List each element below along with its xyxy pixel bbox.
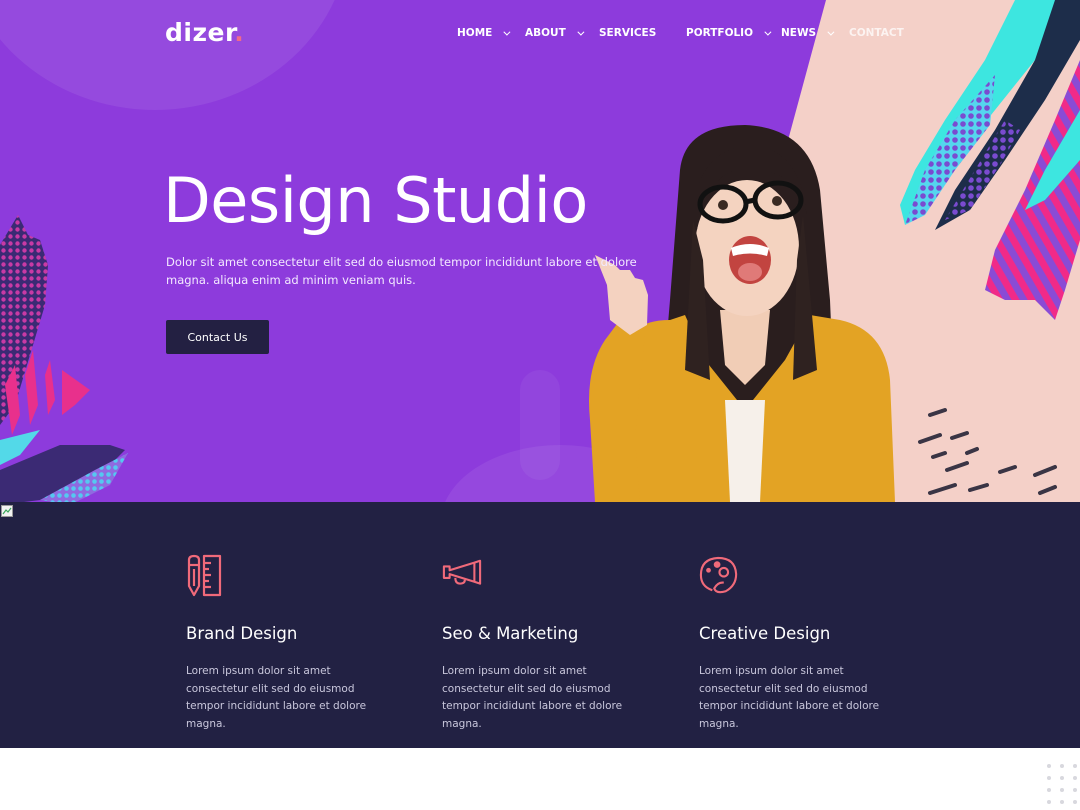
hero-title: Design Studio bbox=[163, 164, 588, 237]
feature-title: Brand Design bbox=[186, 624, 298, 643]
hero-section: dizer. HOME ABOUT SERVICES PORTFOLIO NEW… bbox=[0, 0, 1080, 502]
hero-description: Dolor sit amet consectetur elit sed do e… bbox=[166, 255, 637, 287]
nav-label: NEWS bbox=[781, 27, 817, 39]
dot-grid-decoration bbox=[1047, 764, 1077, 804]
nav-label: ABOUT bbox=[525, 27, 566, 39]
pencil-ruler-icon bbox=[187, 554, 222, 597]
nav-item-news[interactable]: NEWS bbox=[781, 27, 835, 39]
feature-text: Lorem ipsum dolor sit amet consectetur e… bbox=[442, 665, 623, 730]
nav-label: PORTFOLIO bbox=[686, 27, 754, 39]
brush-decoration-left bbox=[0, 215, 128, 502]
palette-icon bbox=[699, 556, 738, 594]
chevron-down-icon bbox=[764, 28, 772, 36]
chevron-down-icon bbox=[577, 28, 585, 36]
feature-card-brand-design: Brand Design Lorem ipsum dolor sit amet … bbox=[186, 554, 416, 733]
nav-item-about[interactable]: ABOUT bbox=[525, 27, 585, 39]
broken-image-icon bbox=[1, 505, 13, 517]
dash-decoration bbox=[918, 408, 1057, 495]
nav-label: HOME bbox=[457, 27, 493, 39]
nav-label: SERVICES bbox=[599, 27, 657, 39]
feature-text: Lorem ipsum dolor sit amet consectetur e… bbox=[186, 665, 367, 730]
nav-item-home[interactable]: HOME bbox=[457, 27, 511, 39]
feature-text: Lorem ipsum dolor sit amet consectetur e… bbox=[699, 665, 880, 730]
hero-person-image bbox=[589, 125, 895, 502]
brush-decoration-right bbox=[900, 0, 1080, 320]
background-circle bbox=[0, 0, 350, 110]
nav-item-services[interactable]: SERVICES bbox=[599, 27, 656, 39]
feature-title: Creative Design bbox=[699, 624, 831, 643]
nav-item-contact[interactable]: CONTACT bbox=[849, 27, 904, 39]
chevron-down-icon bbox=[503, 28, 511, 36]
nav-item-portfolio[interactable]: PORTFOLIO bbox=[686, 27, 772, 39]
contact-us-button[interactable]: Contact Us bbox=[166, 320, 269, 354]
feature-card-seo-marketing: Seo & Marketing Lorem ipsum dolor sit am… bbox=[442, 554, 672, 733]
chevron-down-icon bbox=[827, 28, 835, 36]
nav-label: CONTACT bbox=[849, 27, 904, 39]
feature-title: Seo & Marketing bbox=[442, 624, 579, 643]
features-section: Brand Design Lorem ipsum dolor sit amet … bbox=[0, 502, 1080, 748]
feature-card-creative-design: Creative Design Lorem ipsum dolor sit am… bbox=[699, 554, 929, 733]
main-navigation: HOME ABOUT SERVICES PORTFOLIO NEWS CONTA… bbox=[0, 27, 1080, 41]
megaphone-icon bbox=[442, 559, 482, 585]
